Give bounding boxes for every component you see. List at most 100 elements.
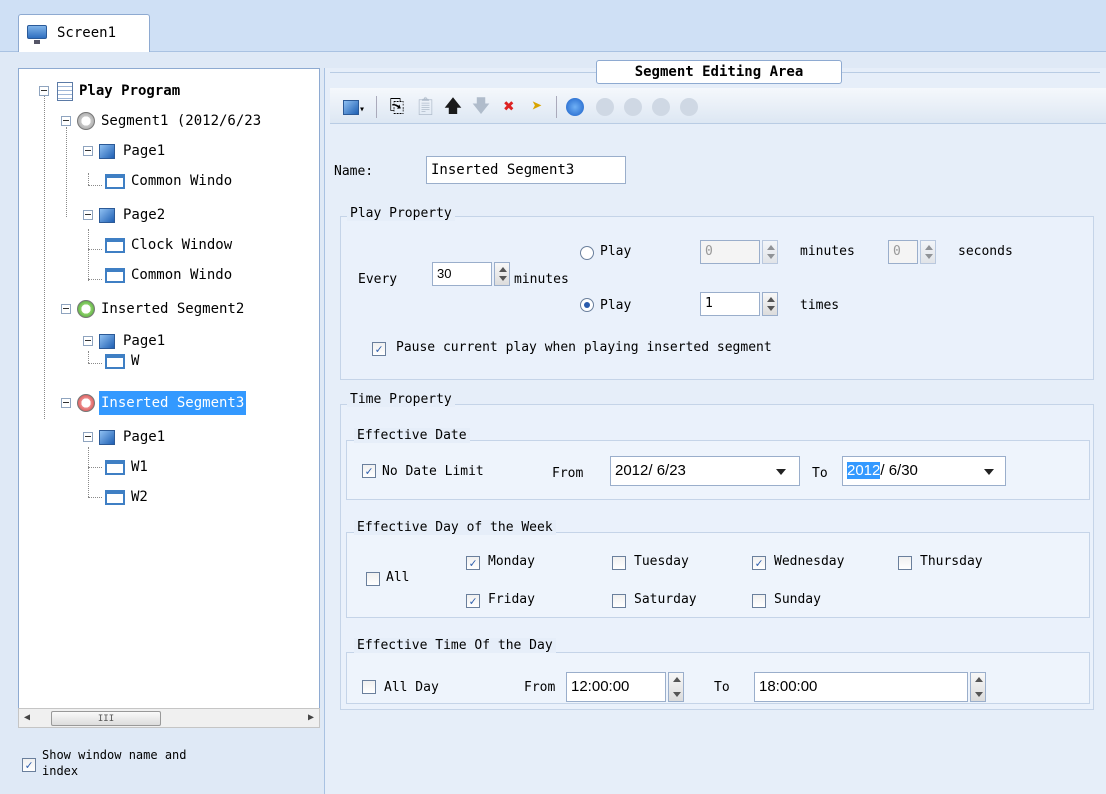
time-to-label: To [714,680,730,695]
collapse-icon[interactable] [61,398,71,408]
show-window-name-label-2: index [42,764,79,778]
inserted-segment-icon [77,394,95,412]
every-input[interactable]: 30 [432,262,492,286]
collapse-icon[interactable] [61,116,71,126]
paste-icon[interactable]: 📋︎ [414,96,437,118]
tree-connector [88,279,102,280]
window-icon [105,490,125,505]
collapse-icon[interactable] [83,336,93,346]
scroll-thumb[interactable]: III [51,711,161,726]
tree-label: Play Program [79,83,181,99]
tree-label: Common Windo [131,267,233,283]
date-to-year-selected: 2012 [847,462,881,479]
time-from-spinner[interactable] [668,672,684,702]
toolbar-separator [556,96,557,118]
date-from-value: 2012/ 6/23 [615,462,686,479]
play-seconds-input[interactable]: 0 [888,240,918,264]
collapse-icon[interactable] [83,210,93,220]
monday-checkbox[interactable]: ✓ [466,556,480,570]
seconds-label: seconds [958,244,1013,259]
tab-label: Screen1 [57,25,117,41]
pause-current-play-checkbox[interactable]: ✓ [372,342,386,356]
tree-connector [66,127,67,217]
weekday-all-label: All [386,570,410,585]
scroll-left-icon[interactable]: ◀ [19,709,35,727]
play-duration-radio[interactable] [580,246,594,260]
wednesday-checkbox[interactable]: ✓ [752,556,766,570]
play-minutes-input[interactable]: 0 [700,240,760,264]
time-from-input[interactable]: 12:00:00 [566,672,666,702]
page-icon [99,144,115,159]
tree-label: Page1 [123,143,166,159]
stop-icon[interactable] [680,98,698,116]
collapse-icon[interactable] [61,304,71,314]
wednesday-label: Wednesday [774,554,845,569]
stop-icon-2[interactable] [624,98,642,116]
play-times-input[interactable]: 1 [700,292,760,316]
monitor-icon [27,25,47,44]
tuesday-checkbox[interactable] [612,556,626,570]
minutes-label: minutes [800,244,855,259]
name-input[interactable]: Inserted Segment3 [426,156,626,184]
move-down-icon[interactable]: 🡇 [470,96,492,118]
collapse-icon[interactable] [39,86,49,96]
sunday-checkbox[interactable] [752,594,766,608]
tree-label: Page2 [123,207,166,223]
tab-strip [0,0,1106,52]
thursday-checkbox[interactable] [898,556,912,570]
window-icon [105,354,125,369]
tree-label: Page1 [123,429,166,445]
play-seconds-spinner[interactable] [920,240,936,264]
stop-icon-1[interactable] [596,98,614,116]
effective-time-title: Effective Time Of the Day [354,638,556,653]
name-label: Name: [334,164,374,179]
tree-connector [88,447,89,497]
time-to-input[interactable]: 18:00:00 [754,672,968,702]
tab-screen1[interactable]: Screen1 [18,14,150,52]
date-to-dropdown-icon[interactable] [980,459,998,483]
friday-label: Friday [488,592,535,607]
friday-checkbox[interactable]: ✓ [466,594,480,608]
page-icon [99,208,115,223]
copy-icon[interactable]: ⎘ [386,96,408,118]
all-day-checkbox[interactable] [362,680,376,694]
play-label-2: Play [600,298,632,313]
tree-label: Page1 [123,333,166,349]
play-icon[interactable] [566,98,584,116]
toolbar: ▾ ⎘ 📋︎ 🡅 🡇 ✖ ➤ [330,88,1106,124]
collapse-icon[interactable] [83,432,93,442]
tree-connector [88,467,102,468]
collapse-icon[interactable] [83,146,93,156]
every-spinner[interactable] [494,262,510,286]
time-to-spinner[interactable] [970,672,986,702]
times-label: times [800,298,840,313]
weekday-all-checkbox[interactable] [366,572,380,586]
play-times-radio[interactable] [580,298,594,312]
pause-icon[interactable] [652,98,670,116]
sunday-label: Sunday [774,592,821,607]
clock-segment-icon [77,112,95,130]
show-window-name-checkbox[interactable]: ✓ [22,758,36,772]
clear-icon[interactable]: ➤ [526,96,548,118]
time-from-label: From [524,680,556,695]
play-minutes-spinner[interactable] [762,240,778,264]
tree-connector [88,497,102,498]
play-property-title: Play Property [347,206,455,221]
tree-label: Segment1 (2012/6/23 [101,113,262,129]
tree-horizontal-scrollbar[interactable]: ◀ III ▶ [18,708,320,728]
scroll-right-icon[interactable]: ▶ [303,709,319,727]
no-date-limit-checkbox[interactable]: ✓ [362,464,376,478]
play-times-spinner[interactable] [762,292,778,316]
tree-label: W2 [131,489,148,505]
play-label: Play [600,244,632,259]
every-label: Every [358,272,398,287]
window-icon [105,174,125,189]
move-up-icon[interactable]: 🡅 [442,96,464,118]
date-from-dropdown-icon[interactable] [772,459,790,483]
program-icon [57,82,73,101]
delete-icon[interactable]: ✖ [498,96,520,118]
saturday-checkbox[interactable] [612,594,626,608]
pause-current-play-label: Pause current play when playing inserted… [396,340,772,355]
page-icon [99,334,115,349]
page-dropdown-icon[interactable]: ▾ [340,96,368,118]
